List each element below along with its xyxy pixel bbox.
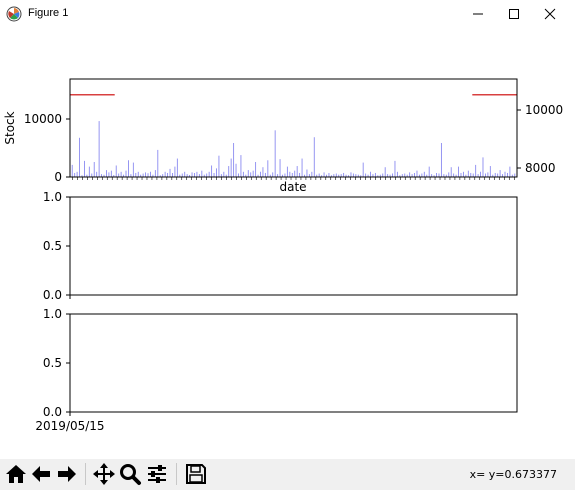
axes-1: 0 10000 Stock 10000 8000 date	[3, 78, 563, 194]
axes-3-frame	[69, 313, 518, 413]
title-bar: Figure 1	[0, 0, 575, 28]
matplotlib-logo-icon	[6, 6, 22, 22]
ytick-label: 1.0	[43, 307, 62, 321]
xtick-label-date: 2019/05/15	[35, 419, 104, 433]
x-axis-label: date	[279, 180, 306, 194]
figure-canvas[interactable]: 0 10000 Stock 10000 8000 date 1.0 0.5 0.…	[0, 28, 575, 459]
zoom-button[interactable]	[118, 462, 142, 486]
toolbar-separator	[85, 463, 86, 485]
maximize-button[interactable]	[494, 0, 534, 28]
configure-subplots-icon	[148, 465, 166, 483]
ytick-label: 10000	[24, 112, 62, 126]
ytick-label: 0.0	[43, 405, 62, 419]
y-axis-label: Stock	[3, 111, 17, 144]
back-button[interactable]	[29, 462, 53, 486]
minimize-icon	[473, 13, 483, 15]
bar-series	[71, 121, 516, 177]
figure-plots: 0 10000 Stock 10000 8000 date 1.0 0.5 0.…	[3, 78, 563, 433]
axes-2-frame	[69, 196, 518, 296]
ytick-label: 1.0	[43, 190, 62, 204]
ytick-label: 0.0	[43, 288, 62, 302]
close-icon	[544, 8, 556, 20]
window-title: Figure 1	[28, 7, 69, 19]
ytick-label: 0.5	[43, 356, 62, 370]
maximize-icon	[509, 9, 519, 19]
navigation-toolbar: x= y=0.673377	[0, 459, 575, 490]
home-icon	[6, 465, 26, 483]
ytick2-label: 10000	[525, 103, 563, 117]
axes-1-frame	[69, 78, 518, 178]
back-arrow-icon	[32, 466, 50, 482]
axes-3: 1.0 0.5 0.0 2019/05/15	[35, 307, 518, 433]
minimize-button[interactable]	[458, 0, 498, 28]
save-button[interactable]	[184, 462, 208, 486]
forward-arrow-icon	[58, 466, 76, 482]
pan-icon	[93, 463, 115, 485]
ytick2-label: 8000	[525, 161, 556, 175]
ytick-label: 0.5	[43, 239, 62, 253]
cursor-coordinates: x= y=0.673377	[469, 468, 557, 481]
zoom-icon	[120, 464, 141, 485]
axes-2: 1.0 0.5 0.0	[43, 190, 518, 302]
configure-subplots-button[interactable]	[145, 462, 169, 486]
toolbar-separator	[176, 463, 177, 485]
close-button[interactable]	[530, 0, 570, 28]
forward-button[interactable]	[55, 462, 79, 486]
pan-button[interactable]	[92, 462, 116, 486]
home-button[interactable]	[4, 462, 28, 486]
ytick-label: 0	[54, 170, 62, 184]
save-icon	[186, 464, 206, 484]
